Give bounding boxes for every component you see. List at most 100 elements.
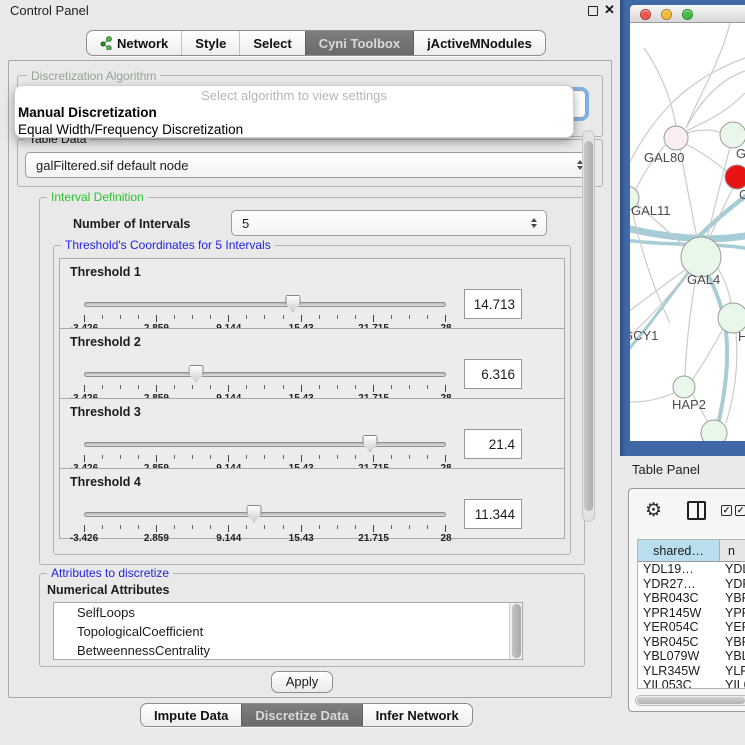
- tab-label: Style: [195, 36, 226, 51]
- threshold-panel: Threshold 4 -3.4262.8599.14415.4321.7152…: [59, 468, 565, 539]
- network-node[interactable]: [664, 126, 688, 150]
- bottom-tab-bar: Impute Data Discretize Data Infer Networ…: [140, 703, 473, 727]
- table-cell: YDL1: [720, 562, 745, 577]
- table-row[interactable]: YBR043CYBR0: [638, 591, 745, 606]
- list-item[interactable]: TopologicalCoefficient: [54, 622, 522, 641]
- table-row[interactable]: YBR045CYBR0: [638, 635, 745, 650]
- network-node[interactable]: [701, 420, 727, 441]
- slider-tick-labels: -3.4262.8599.14415.4321.71528: [84, 533, 446, 545]
- threshold-slider[interactable]: -3.4262.8599.14415.4321.71528: [84, 505, 446, 539]
- tab-discretize-data[interactable]: Discretize Data: [241, 704, 361, 726]
- checkbox-icon[interactable]: ✓: [735, 505, 745, 516]
- threshold-value-field[interactable]: 14.713: [464, 289, 522, 319]
- table-row[interactable]: YER054CYER0: [638, 620, 745, 635]
- list-item[interactable]: SelfLoops: [54, 603, 522, 622]
- checkbox-icon[interactable]: ✓: [721, 505, 732, 516]
- table-cell: YPR1: [720, 606, 745, 621]
- slider-track[interactable]: [84, 442, 446, 447]
- control-panel-window: Control Panel ✕ Network Style: [0, 0, 620, 745]
- slider-ticks: [84, 525, 446, 532]
- tab-infer-network[interactable]: Infer Network: [362, 704, 472, 726]
- slider-handle[interactable]: [285, 295, 300, 312]
- slider-track[interactable]: [84, 512, 446, 517]
- slider-handle[interactable]: [189, 365, 204, 382]
- network-node-label: HAP2: [672, 397, 706, 412]
- table-cell: YPR145W: [638, 606, 720, 621]
- network-node[interactable]: [725, 165, 745, 189]
- right-column: GAL80GACGAL11GAL4GCY1HHAP2 Table Panel ⚙…: [620, 0, 745, 745]
- threshold-slider[interactable]: -3.4262.8599.14415.4321.71528: [84, 365, 446, 399]
- table-horizontal-scrollbar[interactable]: [635, 695, 745, 706]
- dropdown-option-equal-width-frequency[interactable]: Equal Width/Frequency Discretization: [15, 121, 573, 138]
- threshold-label: Threshold 3: [70, 405, 141, 419]
- zoom-traffic-light-icon[interactable]: [682, 9, 693, 20]
- dropdown-option-manual-discretization[interactable]: Manual Discretization: [15, 104, 573, 121]
- slider-track[interactable]: [84, 372, 446, 377]
- network-node[interactable]: [720, 122, 745, 148]
- panel-vertical-scrollbar[interactable]: [582, 130, 595, 522]
- combo-arrows-icon: [531, 218, 537, 228]
- tab-label: Cyni Toolbox: [319, 36, 400, 51]
- tab-cyni-toolbox[interactable]: Cyni Toolbox: [305, 31, 413, 55]
- network-graph: GAL80GACGAL11GAL4GCY1HHAP2: [630, 23, 745, 441]
- network-node[interactable]: [673, 376, 695, 398]
- algorithm-dropdown-popup: Select algorithm to view settings Manual…: [14, 85, 574, 138]
- slider-track[interactable]: [84, 302, 446, 307]
- table-cell: YBR043C: [638, 591, 720, 606]
- threshold-value-field[interactable]: 21.4: [464, 429, 522, 459]
- table-data-combobox[interactable]: galFiltered.sif default node: [25, 152, 593, 178]
- table-cell: YLR3: [720, 664, 745, 679]
- float-window-icon[interactable]: [588, 6, 598, 16]
- tab-label: Impute Data: [154, 708, 228, 723]
- table-cell: YBL079W: [638, 649, 720, 664]
- column-header-shared-name[interactable]: shared…: [638, 540, 720, 561]
- table-cell: YIL053C: [638, 678, 720, 689]
- apply-button[interactable]: Apply: [271, 671, 333, 693]
- slider-ticks: [84, 315, 446, 322]
- table-data-value: galFiltered.sif default node: [36, 158, 188, 173]
- table-row[interactable]: YBL079WYBL0: [638, 649, 745, 664]
- threshold-value-field[interactable]: 11.344: [464, 499, 522, 529]
- tab-label: Select: [253, 36, 291, 51]
- slider-handle[interactable]: [362, 435, 377, 452]
- list-scrollbar[interactable]: [509, 603, 522, 659]
- list-item[interactable]: BetweennessCentrality: [54, 641, 522, 660]
- network-node-label: C: [739, 187, 745, 202]
- table-cell: YBR0: [720, 635, 745, 650]
- tab-label: Infer Network: [376, 708, 459, 723]
- slider-ticks: [84, 385, 446, 392]
- table-row[interactable]: YDL19…YDL1: [638, 562, 745, 577]
- threshold-value-field[interactable]: 6.316: [464, 359, 522, 389]
- threshold-label: Threshold 2: [70, 335, 141, 349]
- table-row[interactable]: YIL053CYIL0: [638, 678, 745, 689]
- table-row[interactable]: YLR345WYLR3: [638, 664, 745, 679]
- number-of-intervals-combobox[interactable]: 5: [231, 210, 547, 236]
- network-node[interactable]: [681, 237, 721, 277]
- table-body: YDL19…YDL1YDR27…YDR2YBR043CYBR0YPR145WYP…: [638, 562, 745, 689]
- tab-jactivemnodules[interactable]: jActiveMNodules: [413, 31, 545, 55]
- minimize-traffic-light-icon[interactable]: [661, 9, 672, 20]
- group-title: Threshold's Coordinates for 5 Intervals: [61, 238, 275, 252]
- table-cell: YBR045C: [638, 635, 720, 650]
- numerical-attributes-list[interactable]: SelfLoopsTopologicalCoefficientBetweenne…: [53, 602, 523, 660]
- tab-impute-data[interactable]: Impute Data: [141, 704, 241, 726]
- table-panel: ⚙ ✓ ✓ shared… n YDL19…YDL1YDR27…YDR2YBR0…: [628, 488, 745, 712]
- table-row[interactable]: YPR145WYPR1: [638, 606, 745, 621]
- network-view-window: GAL80GACGAL11GAL4GCY1HHAP2: [620, 0, 745, 456]
- network-node-label: GAL11: [631, 203, 671, 218]
- gear-icon[interactable]: ⚙: [645, 499, 662, 522]
- threshold-slider[interactable]: -3.4262.8599.14415.4321.71528: [84, 435, 446, 469]
- network-window-titlebar[interactable]: [630, 5, 745, 23]
- column-header-name[interactable]: n: [720, 540, 745, 561]
- close-icon[interactable]: ✕: [604, 2, 615, 18]
- slider-handle[interactable]: [247, 505, 262, 522]
- network-icon: [100, 36, 112, 50]
- network-canvas[interactable]: GAL80GACGAL11GAL4GCY1HHAP2: [630, 23, 745, 441]
- close-traffic-light-icon[interactable]: [640, 9, 651, 20]
- tab-network[interactable]: Network: [87, 31, 181, 55]
- split-columns-icon[interactable]: [687, 501, 706, 520]
- tab-style[interactable]: Style: [181, 31, 239, 55]
- threshold-slider[interactable]: -3.4262.8599.14415.4321.71528: [84, 295, 446, 329]
- tab-select[interactable]: Select: [239, 31, 304, 55]
- table-row[interactable]: YDR27…YDR2: [638, 577, 745, 592]
